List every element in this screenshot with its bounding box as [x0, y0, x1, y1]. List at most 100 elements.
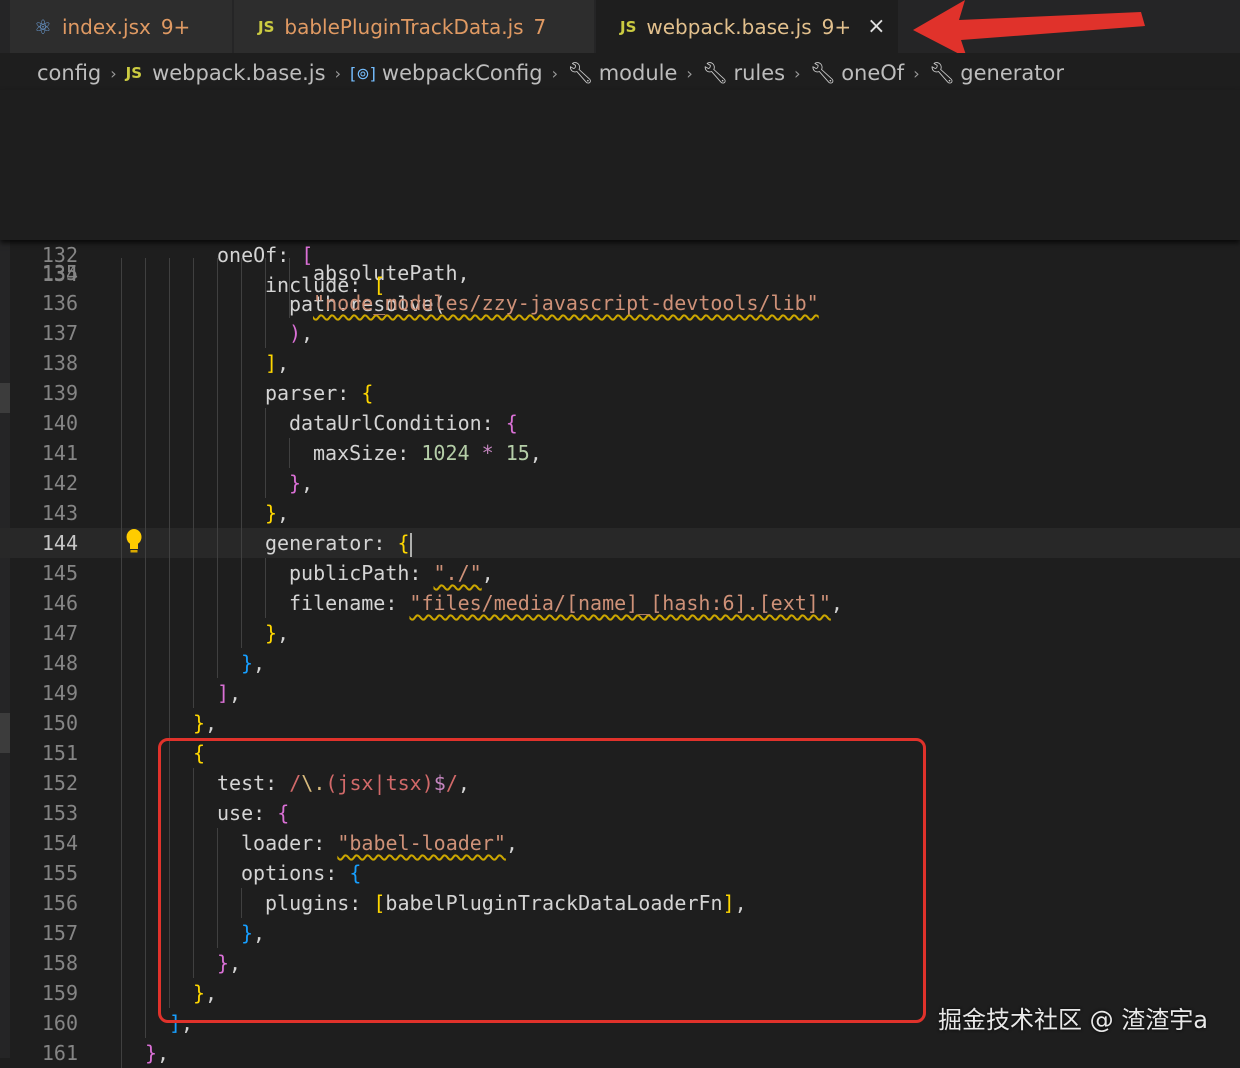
indent-guide: [121, 918, 122, 948]
breadcrumb: config › JS webpack.base.js › [⊚] webpac…: [0, 53, 1240, 93]
breadcrumb-item-module[interactable]: module: [599, 61, 678, 85]
breadcrumb-item-config[interactable]: config: [37, 61, 101, 85]
indent-guide: [169, 348, 170, 378]
line-number: 145: [41, 561, 78, 585]
indent-guide: [121, 948, 122, 978]
indent-guide: [217, 528, 218, 558]
chevron-right-icon: ›: [551, 63, 559, 83]
line-number: 138: [41, 351, 78, 375]
indent-guide: [241, 528, 242, 558]
code-line-137[interactable]: 137),: [0, 318, 1240, 348]
indent-guide: [169, 438, 170, 468]
indent-guide: [145, 738, 146, 768]
indent-guide: [193, 378, 194, 408]
breadcrumb-item-webpack-config[interactable]: webpackConfig: [382, 61, 543, 85]
indent-guide: [121, 558, 122, 588]
indent-guide: [169, 378, 170, 408]
indent-guide: [241, 288, 242, 318]
indent-guide: [145, 318, 146, 348]
property-wrench-icon: 🔧︎: [928, 60, 956, 85]
code-line-141[interactable]: 141 maxSize: 1024 * 15,: [0, 438, 1240, 468]
code-line-144[interactable]: 144 generator: {: [0, 528, 1240, 558]
sticky-line-76[interactable]: 76 rules: [: [0, 150, 1240, 237]
indent-guide: [121, 498, 122, 528]
code-line-147[interactable]: 147},: [0, 618, 1240, 648]
line-number: 160: [41, 1011, 78, 1035]
sticky-line-42[interactable]: 42 const webpackConfig = {: [0, 90, 1240, 177]
indent-guide: [241, 558, 242, 588]
indent-guide: [169, 708, 170, 738]
sticky-line-132[interactable]: 132 include: [: [0, 210, 1240, 297]
tab-bable-plugin-track-data[interactable]: JS bablePluginTrackData.js 7: [234, 0, 594, 53]
indent-guide: [121, 828, 122, 858]
close-icon[interactable]: ×: [867, 14, 885, 39]
indent-guide: [193, 438, 194, 468]
indent-guide: [193, 348, 194, 378]
code-line-138[interactable]: 138],: [0, 348, 1240, 378]
javascript-file-icon: JS: [258, 17, 275, 36]
chevron-right-icon: ›: [794, 63, 801, 83]
indent-guide: [241, 498, 242, 528]
indent-guide: [169, 528, 170, 558]
line-number: 161: [41, 1041, 78, 1065]
code-line-150[interactable]: 150},: [0, 708, 1240, 738]
code-text: },: [265, 501, 290, 525]
indent-guide: [145, 528, 146, 558]
indent-guide: [169, 558, 170, 588]
indent-guide: [169, 498, 170, 528]
line-number: 157: [41, 921, 78, 945]
indent-guide: [265, 438, 266, 468]
indent-guide: [145, 708, 146, 738]
code-line-140[interactable]: 140 dataUrlCondition: {: [0, 408, 1240, 438]
indent-guide: [217, 438, 218, 468]
indent-guide: [121, 348, 122, 378]
code-text: filename: "files/media/[name]_[hash:6].[…: [289, 591, 843, 615]
code-line-142[interactable]: 142},: [0, 468, 1240, 498]
breadcrumb-item-oneof[interactable]: oneOf: [841, 61, 904, 85]
code-text: publicPath: "./",: [289, 561, 494, 585]
code-line-135[interactable]: 135 absolutePath,: [0, 258, 1240, 288]
indent-guide: [145, 408, 146, 438]
code-line-161[interactable]: 161},: [0, 1038, 1240, 1068]
variable-icon: [⊚]: [350, 63, 376, 83]
indent-guide: [121, 858, 122, 888]
property-wrench-icon: 🔧︎: [809, 60, 837, 85]
chevron-right-icon: ›: [334, 63, 341, 83]
code-line-149[interactable]: 149],: [0, 678, 1240, 708]
indent-guide: [289, 438, 290, 468]
code-text: ),: [289, 321, 314, 345]
breadcrumb-item-generator[interactable]: generator: [960, 61, 1064, 85]
sticky-line-75[interactable]: 75 module: {: [0, 120, 1240, 207]
code-line-136[interactable]: 136 "node_modules/zzy-javascript-devtools…: [0, 288, 1240, 318]
sticky-line-79[interactable]: 79 oneOf: [: [0, 180, 1240, 267]
indent-guide: [145, 618, 146, 648]
code-line-146[interactable]: 146 filename: "files/media/[name]_[hash:6…: [0, 588, 1240, 618]
indent-guide: [193, 288, 194, 318]
indent-guide: [121, 618, 122, 648]
indent-guide: [145, 948, 146, 978]
line-number: 152: [41, 771, 78, 795]
breadcrumb-item-file[interactable]: webpack.base.js: [152, 61, 326, 85]
indent-guide: [265, 468, 266, 498]
indent-guide: [121, 1038, 122, 1068]
breadcrumb-item-rules[interactable]: rules: [733, 61, 785, 85]
indent-guide: [121, 708, 122, 738]
tab-index-jsx[interactable]: ⚛ index.jsx 9+: [10, 0, 232, 53]
tab-webpack-base-js[interactable]: JS webpack.base.js 9+ ×: [596, 0, 898, 53]
indent-guide: [217, 588, 218, 618]
code-line-145[interactable]: 145 publicPath: "./",: [0, 558, 1240, 588]
indent-guide: [145, 348, 146, 378]
line-number: 147: [41, 621, 78, 645]
code-line-139[interactable]: 139 parser: {: [0, 378, 1240, 408]
lightbulb-icon[interactable]: [124, 528, 144, 554]
indent-guide: [217, 648, 218, 678]
line-number: 158: [41, 951, 78, 975]
code-line-143[interactable]: 143},: [0, 498, 1240, 528]
indent-guide: [145, 558, 146, 588]
property-wrench-icon: 🔧︎: [567, 60, 594, 85]
indent-guide: [145, 798, 146, 828]
property-wrench-icon: 🔧︎: [701, 60, 729, 85]
code-line-148[interactable]: 148},: [0, 648, 1240, 678]
indent-guide: [145, 648, 146, 678]
indent-guide: [121, 438, 122, 468]
